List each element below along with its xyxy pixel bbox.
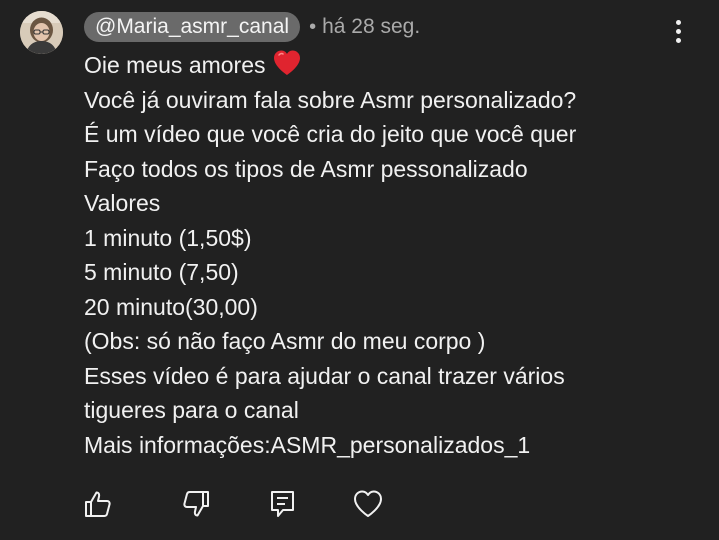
comment-line: Oie meus amores [84,48,704,83]
heart-button[interactable] [352,488,384,520]
comment-line: Valores [84,190,161,216]
timestamp[interactable]: há 28 seg. [322,15,420,39]
avatar[interactable] [20,11,63,54]
thumbs-down-icon [183,491,209,517]
thumbs-up-icon [85,491,111,517]
comment-line: Faço todos os tipos de Asmr pessonalizad… [84,155,528,182]
reply-icon [271,491,294,517]
comment: @Maria_asmr_canal • há 28 seg. Oie meus … [0,0,719,540]
author-name[interactable]: @Maria_asmr_canal [84,12,301,42]
comment-text: Oie meus amores Você já ouviram fala sob… [84,48,704,462]
comment-line: Você já ouviram fala sobre Asmr personal… [84,86,577,113]
comment-line: É um vídeo que você cria do jeito que vo… [84,121,577,147]
like-button[interactable] [82,488,114,520]
red-heart-emoji-icon [272,49,302,87]
comment-line: 20 minuto(30,00) [84,293,258,320]
comment-actions [0,488,719,524]
avatar-image [20,11,63,54]
more-vertical-icon[interactable] [668,18,688,48]
reply-button[interactable] [267,488,299,520]
comment-line: 1 minuto (1,50$) [84,224,252,251]
dislike-button[interactable] [180,488,212,520]
comment-line: 5 minuto (7,50) [84,259,239,285]
comment-header: @Maria_asmr_canal • há 28 seg. [84,12,420,42]
heart-icon [354,490,382,517]
comment-line: Mais informações:ASMR_personalizados_1 [84,431,531,458]
separator-dot: • [309,15,317,38]
comment-line: Esses vídeo é para ajudar o canal trazer… [84,362,565,389]
comment-line: (Obs: só não faço Asmr do meu corpo ) [84,328,486,354]
comment-line: tigueres para o canal [84,397,299,423]
